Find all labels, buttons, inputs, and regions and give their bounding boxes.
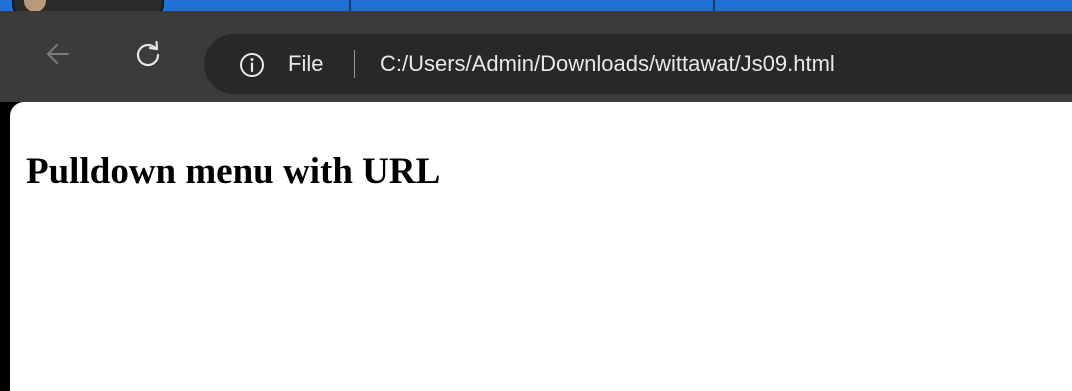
reload-button[interactable]	[124, 30, 172, 78]
url-text[interactable]: C:/Users/Admin/Downloads/wittawat/Js09.h…	[380, 48, 835, 80]
address-divider	[354, 50, 355, 78]
tab-separator	[713, 0, 715, 11]
reload-icon	[136, 40, 160, 67]
active-tab[interactable]	[12, 0, 164, 11]
back-button[interactable]	[34, 30, 82, 78]
back-arrow-icon	[47, 44, 69, 64]
tab-separator	[349, 0, 351, 11]
scheme-label: File	[288, 51, 324, 76]
info-icon[interactable]	[238, 51, 266, 79]
page-heading: Pulldown menu with URL	[26, 151, 441, 192]
tab-strip	[0, 0, 1072, 11]
browser-toolbar: File C:/Users/Admin/Downloads/wittawat/J…	[0, 11, 1072, 102]
address-bar[interactable]: File C:/Users/Admin/Downloads/wittawat/J…	[204, 34, 1072, 94]
page-viewport: Pulldown menu with URL	[10, 102, 1072, 391]
tab-favicon-icon	[24, 0, 46, 11]
